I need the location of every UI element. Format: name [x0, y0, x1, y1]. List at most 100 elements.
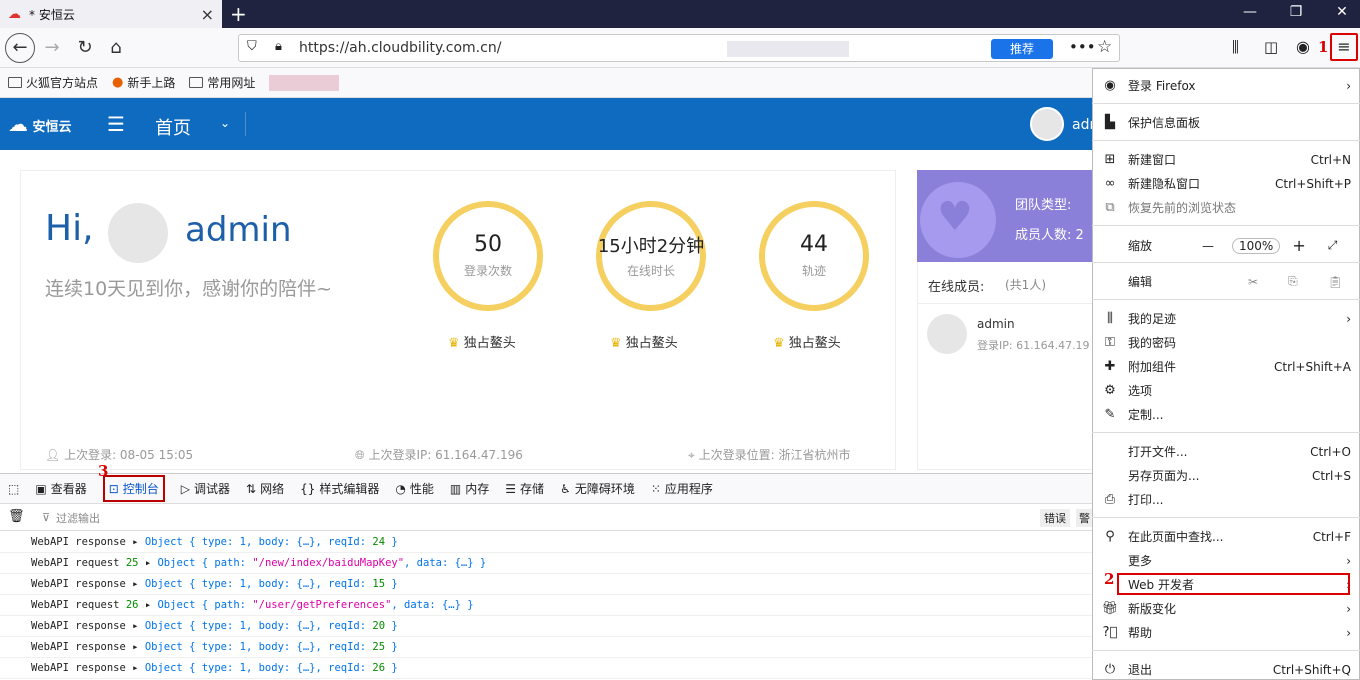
new-tab-icon[interactable]: +	[230, 2, 247, 26]
menu-separator	[1092, 103, 1360, 104]
tab-label: 应用程序	[664, 482, 713, 496]
menu-library[interactable]: ⫼ 我的足迹 ›	[1101, 310, 1351, 327]
menu-signin[interactable]: ◉ 登录 Firefox ›	[1101, 77, 1351, 94]
log-object: Object { type: 1, body: {…}, reqId:	[144, 620, 373, 632]
open-menu-button[interactable]: ≡	[1330, 33, 1358, 61]
expand-arrow-icon[interactable]: ▸	[132, 662, 138, 674]
menu-toggle-icon[interactable]: ☰	[107, 112, 125, 136]
bookmark-firefox-official[interactable]: 火狐官方站点	[8, 74, 98, 91]
console-row[interactable]: WebAPI request 26 ▸ Object { path: "/use…	[0, 595, 1092, 616]
log-tail: }	[385, 578, 398, 590]
tab-storage[interactable]: ☰ 存储	[505, 480, 544, 497]
online-time-label: 在线时长	[626, 264, 675, 278]
expand-arrow-icon[interactable]: ▸	[132, 578, 138, 590]
menu-shortcut: Ctrl+N	[1310, 152, 1351, 167]
menu-shortcut: Ctrl+Shift+Q	[1272, 662, 1351, 677]
tab-close-icon[interactable]: ×	[201, 5, 214, 24]
menu-more[interactable]: 更多 ›	[1101, 552, 1351, 569]
bookmark-getting-started[interactable]: ● 新手上路	[112, 74, 175, 91]
menu-help[interactable]: ?⃝ 帮助 ›	[1101, 624, 1351, 641]
paste-icon[interactable]: 📋︎	[1328, 275, 1343, 289]
zoom-out-icon[interactable]: —	[1202, 239, 1214, 253]
menu-private-window[interactable]: ∞ 新建隐私窗口 Ctrl+Shift+P	[1101, 175, 1351, 192]
account-icon[interactable]: ◉	[1296, 37, 1310, 56]
last-login: 👤︎ 上次登录: 08-05 15:05	[45, 446, 193, 463]
trash-icon[interactable]: 🗑︎	[8, 509, 25, 524]
console-row[interactable]: WebAPI request 25 ▸ Object { path: "/new…	[0, 553, 1092, 574]
user-avatar[interactable]	[1030, 107, 1064, 141]
online-time-value: 15小时2分钟	[597, 236, 705, 257]
menu-find[interactable]: ⚲ 在此页面中查找... Ctrl+F	[1101, 528, 1351, 545]
library-icon[interactable]: ⫼	[1232, 38, 1239, 56]
fullscreen-icon[interactable]: ⤢	[1328, 238, 1338, 253]
console-row[interactable]: WebAPI response ▸ Object { type: 1, body…	[0, 532, 1092, 553]
tab-application[interactable]: ⁙ 应用程序	[651, 480, 713, 497]
back-icon[interactable]: ←	[5, 33, 35, 63]
divider	[917, 303, 1093, 304]
home-icon[interactable]: ⌂	[104, 36, 128, 60]
expand-arrow-icon[interactable]: ▸	[132, 620, 138, 632]
filter-input[interactable]: 过滤输出	[56, 510, 100, 526]
member-ip: 登录IP: 61.164.47.19	[977, 339, 1090, 352]
tab-performance[interactable]: ◔ 性能	[395, 480, 434, 497]
minimize-icon[interactable]: —	[1240, 4, 1260, 20]
filter-errors-button[interactable]: 错误	[1040, 509, 1070, 527]
bookmark-star-icon[interactable]: ☆	[1097, 37, 1112, 57]
cloud-logo-icon: ☁	[8, 112, 28, 136]
tab-memory[interactable]: ▥ 内存	[450, 480, 489, 497]
nav-home[interactable]: 首页	[155, 114, 191, 140]
log-object: Object { type: 1, body: {…}, reqId:	[144, 578, 373, 590]
copy-icon[interactable]: ⎘	[1288, 274, 1298, 289]
tab-debugger[interactable]: ▷ 调试器	[181, 480, 230, 497]
avatar	[108, 203, 168, 263]
console-row[interactable]: WebAPI response ▸ Object { type: 1, body…	[0, 616, 1092, 637]
tab-console[interactable]: ⊡ 控制台	[102, 475, 165, 502]
menu-options[interactable]: ⚙ 选项	[1101, 382, 1351, 399]
menu-open-file[interactable]: 打开文件... Ctrl+O	[1101, 443, 1351, 460]
cut-icon[interactable]: ✂	[1248, 275, 1258, 289]
console-row[interactable]: WebAPI response ▸ Object { type: 1, body…	[0, 658, 1092, 679]
zoom-in-icon[interactable]: +	[1292, 236, 1305, 255]
url-bar[interactable]: ⛉ 🔒︎ https://ah.cloudbility.com.cn/ 推荐 •…	[238, 34, 1120, 62]
sidebar-icon[interactable]: ◫	[1264, 38, 1278, 56]
menu-passwords[interactable]: ⚿ 我的密码	[1101, 334, 1351, 351]
tab-style-editor[interactable]: {} 样式编辑器	[300, 480, 379, 497]
menu-quit[interactable]: ⏻ 退出 Ctrl+Shift+Q	[1101, 661, 1351, 678]
menu-restore-session[interactable]: ⧉ 恢复先前的浏览状态	[1101, 199, 1351, 216]
filter-warnings-button[interactable]: 警	[1076, 509, 1093, 527]
menu-whats-new[interactable]: 🎁︎ 新版变化 ›	[1101, 600, 1351, 617]
browser-tab[interactable]: ☁ * 安恒云 ×	[0, 0, 222, 28]
shield-icon[interactable]: ⛉	[247, 39, 257, 54]
log-reqid: 20	[372, 620, 386, 632]
menu-new-window[interactable]: ⊞ 新建窗口 Ctrl+N	[1101, 151, 1351, 168]
forward-icon[interactable]: →	[40, 36, 64, 60]
account-icon: ◉	[1104, 78, 1116, 93]
url-redacted	[727, 41, 849, 57]
tab-network[interactable]: ⇅ 网络	[246, 480, 284, 497]
menu-addons[interactable]: ✚ 附加组件 Ctrl+Shift+A	[1101, 358, 1351, 375]
tab-inspector[interactable]: ▣ 查看器	[35, 480, 86, 497]
expand-arrow-icon[interactable]: ▸	[132, 536, 138, 548]
pick-element-icon[interactable]: ⬚	[8, 482, 19, 496]
zoom-value[interactable]: 100%	[1232, 237, 1281, 254]
menu-save-as[interactable]: 另存页面为... Ctrl+S	[1101, 467, 1351, 484]
restore-window-icon[interactable]: ❐	[1286, 4, 1306, 20]
menu-protection[interactable]: ▙ 保护信息面板	[1101, 114, 1351, 131]
recommend-button[interactable]: 推荐	[991, 39, 1053, 59]
menu-customize[interactable]: ✎ 定制...	[1101, 406, 1351, 423]
tab-accessibility[interactable]: ♿︎ 无障碍环境	[560, 480, 635, 497]
expand-arrow-icon[interactable]: ▸	[145, 557, 151, 569]
more-actions-icon[interactable]: •••	[1069, 38, 1096, 56]
lock-icon[interactable]: 🔒︎	[275, 39, 282, 54]
close-window-icon[interactable]: ✕	[1332, 4, 1352, 20]
chevron-down-icon[interactable]: ⌄	[220, 116, 230, 130]
reload-icon[interactable]: ↻	[73, 36, 97, 60]
expand-arrow-icon[interactable]: ▸	[145, 599, 151, 611]
menu-print[interactable]: ⎙ 打印...	[1101, 491, 1351, 508]
console-row[interactable]: WebAPI response ▸ Object { type: 1, body…	[0, 574, 1092, 595]
application-icon: ⁙	[650, 481, 661, 496]
expand-arrow-icon[interactable]: ▸	[132, 641, 138, 653]
app-logo[interactable]: ☁ 安恒云	[8, 112, 72, 136]
bookmark-common-sites[interactable]: 常用网址	[189, 74, 255, 91]
console-row[interactable]: WebAPI response ▸ Object { type: 1, body…	[0, 637, 1092, 658]
